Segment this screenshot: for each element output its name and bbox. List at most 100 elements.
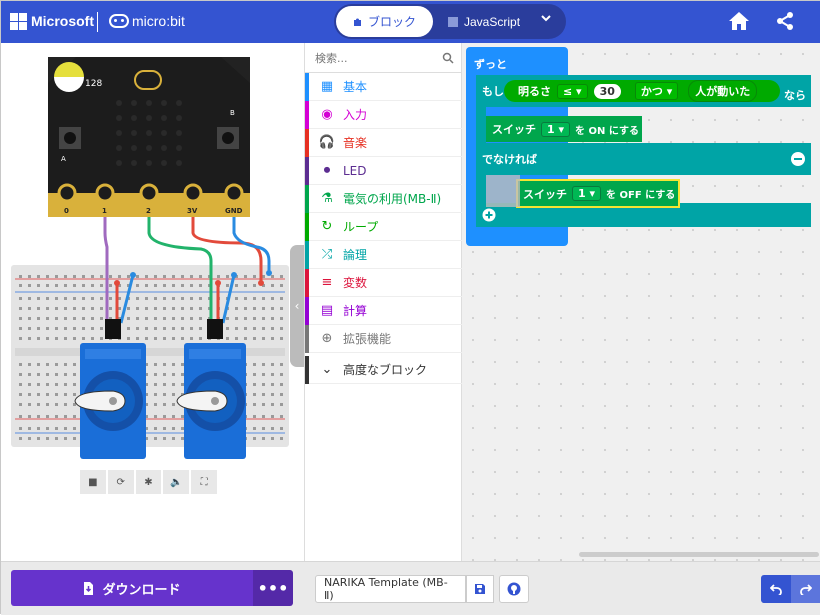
shuffle-icon: ⤮ xyxy=(321,247,333,262)
undo-button[interactable] xyxy=(761,575,791,603)
toolbox-category[interactable]: ⤮ 論理 xyxy=(305,241,462,269)
light-label: 明るさ xyxy=(518,85,551,98)
download-label: ダウンロード xyxy=(102,582,181,598)
fullscreen-icon[interactable]: ⛶ xyxy=(191,470,217,494)
toolbox-category[interactable]: ⏺ LED xyxy=(305,157,462,185)
search-icon[interactable] xyxy=(442,52,454,64)
grid-icon: ▦ xyxy=(320,79,334,94)
category-label: LED xyxy=(343,163,367,178)
else-body-bar xyxy=(476,175,486,203)
puzzle-icon xyxy=(353,18,361,26)
share-icon[interactable] xyxy=(776,11,794,31)
blocks-workspace[interactable]: ずっと もし でなければ 明るさ ≤ ▾ 30 かつ ▾ 人が動いた なら スイ… xyxy=(462,43,820,561)
category-color-bar xyxy=(305,129,309,157)
chevron-down-icon[interactable] xyxy=(540,12,552,24)
category-label: 変数 xyxy=(343,276,368,290)
pin-3v-label: 3V xyxy=(187,207,198,215)
home-icon[interactable] xyxy=(728,11,750,31)
collapse-simulator-button[interactable]: ‹ xyxy=(290,245,304,367)
category-color-bar xyxy=(305,297,309,325)
toggle-icon: ⏺ xyxy=(323,163,331,178)
switch-on-label: スイッチ xyxy=(492,123,536,136)
search-input[interactable] xyxy=(315,49,435,67)
category-color-bar xyxy=(305,269,309,297)
microsoft-logo-icon xyxy=(10,13,27,30)
value-input[interactable]: 30 xyxy=(593,83,621,99)
product-name[interactable]: micro:bit xyxy=(132,13,185,29)
undo-icon xyxy=(770,584,782,595)
app-window: Microsoft micro:bit ブロック JavaScript 128 … xyxy=(0,0,820,615)
switch-off-label: スイッチ xyxy=(523,187,567,201)
download-more-button[interactable]: ••• xyxy=(253,570,293,606)
toolbox-category[interactable]: ▦ 基本 xyxy=(305,73,462,101)
switch-off-block[interactable]: スイッチ 1 ▾ を OFF にする xyxy=(516,179,680,208)
else-block[interactable]: でなければ xyxy=(476,143,811,175)
switch-off-text: を OFF にする xyxy=(606,190,676,201)
redo-button[interactable] xyxy=(791,575,820,603)
project-name-field[interactable]: NARIKA Template (MB-Ⅱ) xyxy=(315,575,466,603)
tab-javascript-label: JavaScript xyxy=(464,14,521,29)
redo-icon xyxy=(800,584,812,595)
github-icon xyxy=(507,582,521,596)
loop-icon: ↻ xyxy=(321,219,333,234)
headphones-icon: 🎧 xyxy=(318,135,336,150)
chevron-down-icon: ⌄ xyxy=(321,362,333,377)
minus-circle-icon[interactable] xyxy=(790,151,806,167)
switch-on-block[interactable]: スイッチ 1 ▾ を ON にする xyxy=(486,116,642,142)
download-button[interactable]: ダウンロード xyxy=(11,570,253,606)
simulator-panel: 128 A B 0 1 2 3V GND ■ ⟳ ✱ 🔈 ⛶ ‹ xyxy=(1,43,304,561)
save-button[interactable] xyxy=(466,575,494,603)
plus-circle-icon[interactable] xyxy=(482,208,496,222)
download-icon xyxy=(84,581,94,595)
toolbox-category[interactable]: ⌄ 高度なブロック xyxy=(305,356,462,384)
pin-gnd-label: GND xyxy=(225,207,243,215)
switch-on-dropdown[interactable]: 1 ▾ xyxy=(541,121,571,137)
then-label: なら xyxy=(784,89,806,102)
person-moved-block[interactable]: 人が動いた xyxy=(688,80,758,102)
simulator-toolbar: ■ ⟳ ✱ 🔈 ⛶ xyxy=(80,470,217,494)
toolbox-category[interactable]: ◉ 入力 xyxy=(305,101,462,129)
switch-off-num: 1 xyxy=(578,187,586,200)
toolbox-category[interactable]: 🎧 音楽 xyxy=(305,129,462,157)
toolbox-category[interactable]: ⊕ 拡張機能 xyxy=(305,325,462,353)
category-label: 基本 xyxy=(343,80,368,94)
and-label: かつ xyxy=(640,85,663,98)
pin-1-label: 1 xyxy=(102,207,107,215)
category-color-bar xyxy=(305,213,309,241)
switch-off-dropdown[interactable]: 1 ▾ xyxy=(572,186,602,201)
toolbox-category[interactable]: ≡ 変数 xyxy=(305,269,462,297)
tab-blocks[interactable]: ブロック xyxy=(336,6,433,37)
stop-icon[interactable]: ■ xyxy=(80,470,106,494)
category-label: ループ xyxy=(343,220,379,234)
and-condition[interactable]: 明るさ ≤ ▾ 30 かつ ▾ 人が動いた xyxy=(504,80,780,102)
operator-dropdown[interactable]: ≤ ▾ xyxy=(557,83,588,99)
and-dropdown[interactable]: かつ ▾ xyxy=(634,82,679,100)
button-a-label: A xyxy=(61,155,66,163)
debug-icon[interactable]: ✱ xyxy=(135,470,162,494)
category-color-bar xyxy=(305,101,309,129)
brand-name: Microsoft xyxy=(31,13,94,29)
toolbox-category[interactable]: ↻ ループ xyxy=(305,213,462,241)
save-icon xyxy=(475,584,485,594)
pin-2-label: 2 xyxy=(146,207,151,215)
switch-on-num: 1 xyxy=(547,122,555,136)
flask-icon: ⚗ xyxy=(321,191,333,206)
plus-circle-icon: ⊕ xyxy=(321,331,333,346)
restart-icon[interactable]: ⟳ xyxy=(107,470,134,494)
category-label: 電気の利用(MB-Ⅱ) xyxy=(343,192,442,206)
category-color-bar xyxy=(305,157,309,185)
if-body-bar xyxy=(476,107,486,143)
sound-icon[interactable]: 🔈 xyxy=(163,470,190,494)
else-label: でなければ xyxy=(482,153,537,166)
tab-javascript[interactable]: JavaScript xyxy=(448,6,520,37)
servo-left xyxy=(74,343,146,459)
category-label: 計算 xyxy=(343,304,368,318)
toolbox-category[interactable]: ⚗ 電気の利用(MB-Ⅱ) xyxy=(305,185,462,213)
toolbox-panel: ▦ 基本 ◉ 入力 🎧 音楽 ⏺ LED ⚗ 電気の利用(MB-Ⅱ) ↻ ループ ⤮ 論理 ≡ 変数 ▤ 計算 ⊕ 拡… xyxy=(304,43,462,561)
github-button[interactable] xyxy=(499,575,529,603)
workspace-scrollbar[interactable] xyxy=(579,552,819,557)
category-color-bar xyxy=(305,241,309,269)
drag-ghost xyxy=(486,175,520,207)
toolbox-category[interactable]: ▤ 計算 xyxy=(305,297,462,325)
microbit-logo-icon xyxy=(109,14,129,28)
